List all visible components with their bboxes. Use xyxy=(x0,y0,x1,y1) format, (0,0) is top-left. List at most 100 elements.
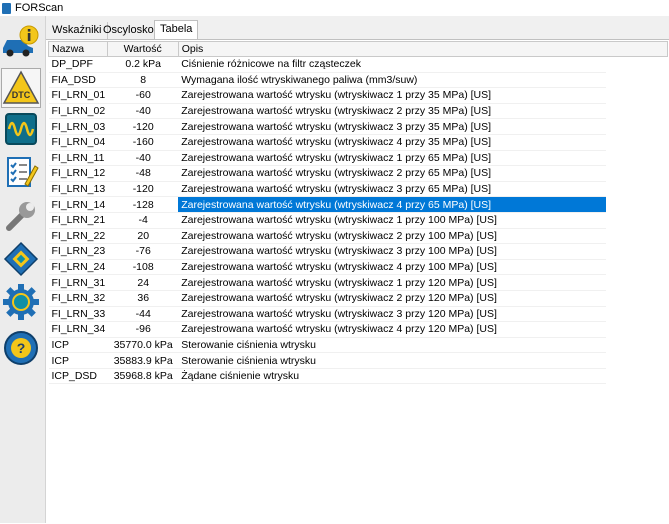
sidebar: DTC ? xyxy=(0,16,46,523)
cell-value: -120 xyxy=(107,181,179,198)
help-icon: ? xyxy=(4,331,38,365)
cell-value: 35883.9 kPa xyxy=(107,352,179,369)
table-row[interactable]: ICP_DSD 35968.8 kPa Żądane ciśnienie wtrys… xyxy=(48,368,607,385)
table-row[interactable]: FI_LRN_02 -40 Zarejestrowana wartość wtrys… xyxy=(48,103,607,120)
cell-name: FI_LRN_02 xyxy=(48,103,108,120)
table-row[interactable]: FI_LRN_14 -128 Zarejestrowana wartość wtry… xyxy=(48,196,607,213)
cell-value: -120 xyxy=(107,118,179,135)
cell-value: 35968.8 kPa xyxy=(107,368,179,385)
sidebar-item-oscilloscope[interactable] xyxy=(1,109,41,149)
cell-description: Zarejestrowana wartość wtrysku (wtryskiw… xyxy=(178,306,607,323)
cell-name: ICP xyxy=(48,352,108,369)
sidebar-item-settings[interactable] xyxy=(1,282,41,322)
cell-description: Ciśnienie różnicowe na filtr cząsteczek xyxy=(178,56,607,73)
cell-value: -4 xyxy=(107,212,179,229)
table-row[interactable]: FI_LRN_23 -76 Zarejestrowana wartość wtrys… xyxy=(48,243,607,260)
cell-description: Zarejestrowana wartość wtrysku (wtryskiw… xyxy=(178,290,607,307)
table-row[interactable]: ICP 35883.9 kPa Sterowanie ciśnienia wtrys… xyxy=(48,352,607,369)
cell-value: -60 xyxy=(107,87,179,104)
table-row[interactable]: FI_LRN_32 36 Zarejestrowana wartość wtrysk… xyxy=(48,290,607,307)
sidebar-item-help[interactable]: ? xyxy=(1,328,41,368)
svg-text:DTC: DTC xyxy=(12,90,31,100)
cell-description: Zarejestrowana wartość wtrysku (wtryskiw… xyxy=(178,274,607,291)
car-info-icon xyxy=(3,25,39,57)
cell-description: Żądane ciśnienie wtrysku xyxy=(178,368,607,385)
sidebar-item-vehicle-info[interactable] xyxy=(1,22,41,62)
cell-value: 35770.0 kPa xyxy=(107,337,179,354)
chip-icon xyxy=(3,241,39,277)
checklist-icon xyxy=(7,157,39,187)
cell-name: FI_LRN_34 xyxy=(48,321,108,338)
app-logo-icon xyxy=(2,2,11,14)
table-row[interactable]: FI_LRN_31 24 Zarejestrowana wartość wtrysk… xyxy=(48,274,607,291)
table-row[interactable]: FI_LRN_34 -96 Zarejestrowana wartość wtrys… xyxy=(48,321,607,338)
cell-value: 0.2 kPa xyxy=(107,56,179,73)
cell-value: -160 xyxy=(107,134,179,151)
cell-name: FI_LRN_03 xyxy=(48,118,108,135)
table-row[interactable]: ICP 35770.0 kPa Sterowanie ciśnienia wtrys… xyxy=(48,337,607,354)
sidebar-item-tests[interactable] xyxy=(1,152,41,192)
header-filler xyxy=(598,41,668,57)
sidebar-item-service[interactable] xyxy=(1,196,41,236)
cell-description: Zarejestrowana wartość wtrysku (wtryskiw… xyxy=(178,103,607,120)
data-table: Nazwa Wartość Opis DP_DPF 0.2 kPa Ciśnieni… xyxy=(48,41,607,385)
table-row[interactable]: FI_LRN_21 -4 Zarejestrowana wartość wtrysk… xyxy=(48,212,607,229)
cell-description: Zarejestrowana wartość wtrysku (wtryskiw… xyxy=(178,196,607,213)
column-header-description[interactable]: Opis xyxy=(177,41,607,57)
svg-text:?: ? xyxy=(17,340,26,356)
cell-value: -76 xyxy=(107,243,179,260)
sidebar-item-configuration[interactable] xyxy=(1,239,41,279)
cell-name: FI_LRN_13 xyxy=(48,181,108,198)
cell-description: Zarejestrowana wartość wtrysku (wtryskiw… xyxy=(178,243,607,260)
tab-strip: Wskaźniki Oscyloskop Tabela xyxy=(46,20,669,40)
table-panel: Nazwa Wartość Opis DP_DPF 0.2 kPa Ciśnieni… xyxy=(46,39,669,524)
cell-name: FI_LRN_33 xyxy=(48,306,108,323)
cell-name: FI_LRN_14 xyxy=(48,196,108,213)
cell-value: -128 xyxy=(107,196,179,213)
table-row[interactable]: FI_LRN_01 -60 Zarejestrowana wartość wtrys… xyxy=(48,87,607,104)
column-header-value[interactable]: Wartość xyxy=(106,41,179,57)
cell-value: 24 xyxy=(107,274,179,291)
cell-name: FIA_DSD xyxy=(48,72,108,89)
cell-name: FI_LRN_31 xyxy=(48,274,108,291)
cell-value: -96 xyxy=(107,321,179,338)
cell-name: FI_LRN_21 xyxy=(48,212,108,229)
cell-value: -40 xyxy=(107,150,179,167)
cell-value: -44 xyxy=(107,306,179,323)
dtc-warning-icon: DTC xyxy=(2,70,40,104)
cell-name: DP_DPF xyxy=(48,56,108,73)
cell-name: FI_LRN_04 xyxy=(48,134,108,151)
cell-description: Zarejestrowana wartość wtrysku (wtryskiw… xyxy=(178,181,607,198)
cell-description: Zarejestrowana wartość wtrysku (wtryskiw… xyxy=(178,150,607,167)
table-row[interactable]: FI_LRN_22 20 Zarejestrowana wartość wtrysk… xyxy=(48,228,607,245)
tab-tabela[interactable]: Tabela xyxy=(154,20,199,40)
table-row[interactable]: FI_LRN_33 -44 Zarejestrowana wartość wtrys… xyxy=(48,306,607,323)
cell-name: FI_LRN_11 xyxy=(48,150,108,167)
cell-description: Zarejestrowana wartość wtrysku (wtryskiw… xyxy=(178,259,607,276)
cell-value: -108 xyxy=(107,259,179,276)
cell-name: FI_LRN_22 xyxy=(48,228,108,245)
app-title: FORScan xyxy=(15,2,64,14)
table-row[interactable]: DP_DPF 0.2 kPa Ciśnienie różnicowe na filt… xyxy=(48,56,607,73)
table-header-row: Nazwa Wartość Opis xyxy=(48,41,607,57)
sidebar-item-dtc[interactable]: DTC xyxy=(1,68,41,108)
title-bar: FORScan xyxy=(0,0,669,16)
table-row[interactable]: FI_LRN_12 -48 Zarejestrowana wartość wtrys… xyxy=(48,165,607,182)
cell-name: FI_LRN_01 xyxy=(48,87,108,104)
cell-name: ICP_DSD xyxy=(48,368,108,385)
cell-description: Zarejestrowana wartość wtrysku (wtryskiw… xyxy=(178,87,607,104)
table-row[interactable]: FI_LRN_11 -40 Zarejestrowana wartość wtrys… xyxy=(48,150,607,167)
cell-description: Zarejestrowana wartość wtrysku (wtryskiw… xyxy=(178,228,607,245)
cell-description: Wymagana ilość wtryskiwanego paliwa (mm3… xyxy=(178,72,607,89)
table-row[interactable]: FIA_DSD 8 Wymagana ilość wtryskiwanego pal… xyxy=(48,72,607,89)
table-row[interactable]: FI_LRN_24 -108 Zarejestrowana wartość wtry… xyxy=(48,259,607,276)
cell-name: FI_LRN_32 xyxy=(48,290,108,307)
table-row[interactable]: FI_LRN_13 -120 Zarejestrowana wartość wtry… xyxy=(48,181,607,198)
cell-description: Zarejestrowana wartość wtrysku (wtryskiw… xyxy=(178,165,607,182)
table-row[interactable]: FI_LRN_03 -120 Zarejestrowana wartość wtry… xyxy=(48,118,607,135)
column-header-name[interactable]: Nazwa xyxy=(48,41,108,57)
table-row[interactable]: FI_LRN_04 -160 Zarejestrowana wartość wtry… xyxy=(48,134,607,151)
wrench-icon xyxy=(6,202,35,231)
cell-description: Zarejestrowana wartość wtrysku (wtryskiw… xyxy=(178,212,607,229)
cell-name: ICP xyxy=(48,337,108,354)
